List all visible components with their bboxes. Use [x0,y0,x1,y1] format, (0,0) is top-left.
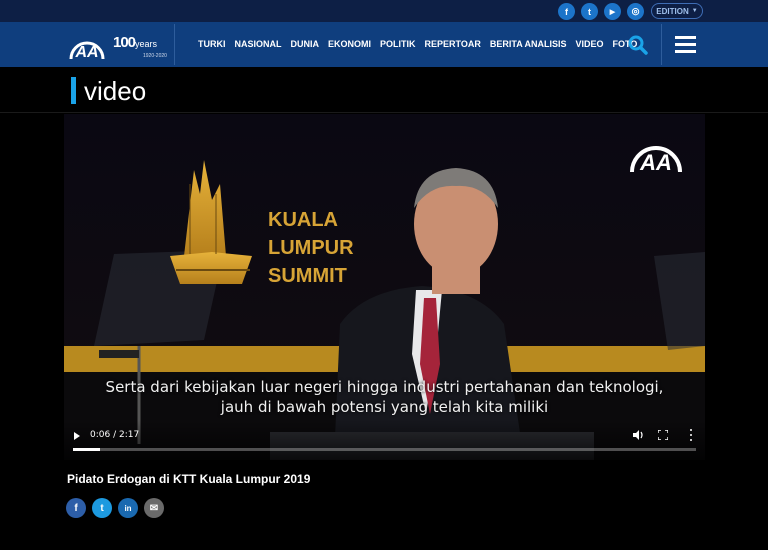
youtube-icon[interactable]: ▶ [604,3,621,20]
share-email-icon[interactable]: ✉ [144,498,164,518]
nav-divider [174,24,175,65]
search-icon[interactable] [626,34,650,56]
watermark-text: AA [639,150,672,175]
centenary-badge: 100years [113,34,157,51]
twitter-icon[interactable]: t [581,3,598,20]
years-range: 1920-2020 [143,53,167,59]
nav-item-dunia[interactable]: DUNIA [291,39,320,49]
svg-text:AA: AA [74,44,98,60]
nav-item-politik[interactable]: POLITIK [380,39,416,49]
progress-fill [73,448,101,451]
nav-divider-right [661,24,662,65]
video-controls: 0:06 / 2:17 [64,420,705,460]
share-facebook-icon[interactable]: f [66,498,86,518]
instagram-icon[interactable]: ◎ [627,3,644,20]
top-strip: f t ▶ ◎ EDITION ▼ [0,0,768,22]
more-options-icon[interactable] [689,429,693,441]
banner-line-1: KUALA [268,209,338,231]
progress-bar[interactable] [73,448,696,451]
aa-logo-icon[interactable]: AA [67,29,107,60]
section-header: video [0,67,768,113]
chevron-down-icon: ▼ [691,8,698,14]
subtitle-line-2: jauh di bawah potensi yang telah kita mi… [220,398,549,416]
section-title: video [84,76,147,106]
video-player[interactable]: KUALA LUMPUR SUMMIT AA Serta dari kebija… [64,114,705,460]
nav-item-berita-analisis[interactable]: BERITA ANALISIS [490,39,567,49]
facebook-icon[interactable]: f [558,3,575,20]
hamburger-menu-icon[interactable] [675,36,696,53]
years-number: 100 [113,34,136,51]
nav-item-repertoar[interactable]: REPERTOAR [425,39,481,49]
banner-line-3: SUMMIT [268,265,347,287]
time-display: 0:06 / 2:17 [90,430,140,440]
fullscreen-icon[interactable] [658,430,668,440]
years-suffix: years [135,39,158,49]
share-linkedin-icon[interactable]: in [118,498,138,518]
volume-icon[interactable] [632,429,644,441]
banner-line-2: LUMPUR [268,237,354,259]
video-caption: Pidato Erdogan di KTT Kuala Lumpur 2019 [67,472,311,486]
nav-item-turki[interactable]: TURKI [198,39,226,49]
social-links-top: f t ▶ ◎ [558,3,644,20]
share-twitter-icon[interactable]: t [92,498,112,518]
subtitle-line-1: Serta dari kebijakan luar negeri hingga … [105,378,664,396]
edition-label: EDITION [656,6,689,16]
edition-dropdown[interactable]: EDITION ▼ [651,3,703,19]
share-buttons: f t in ✉ [66,498,164,518]
nav-item-nasional[interactable]: NASIONAL [235,39,282,49]
video-subtitles: Serta dari kebijakan luar negeri hingga … [64,377,705,417]
nav-item-ekonomi[interactable]: EKONOMI [328,39,371,49]
play-icon[interactable] [74,432,80,440]
section-accent-bar [71,77,76,104]
nav-menu: TURKI NASIONAL DUNIA EKONOMI POLITIK REP… [198,39,637,49]
main-navbar: AA 100years 1920-2020 TURKI NASIONAL DUN… [0,22,768,67]
nav-item-video[interactable]: VIDEO [576,39,604,49]
